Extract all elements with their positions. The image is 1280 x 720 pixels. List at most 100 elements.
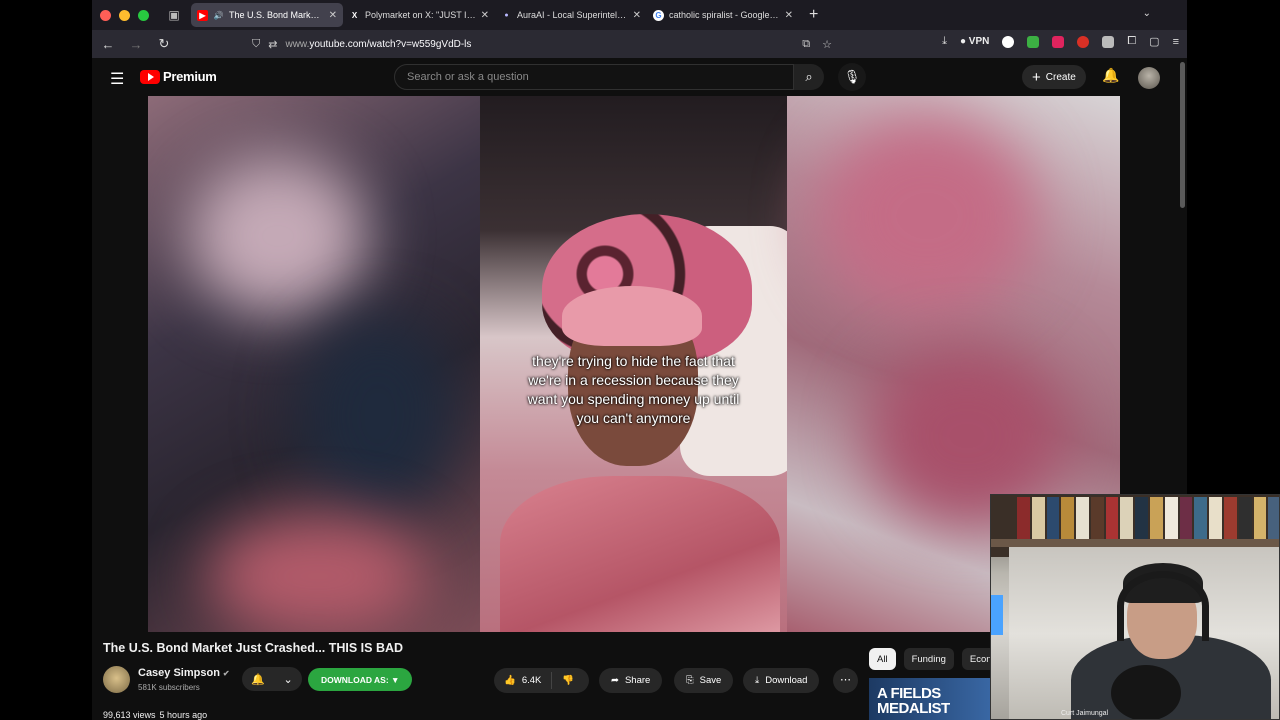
search-input[interactable]: Search or ask a question bbox=[394, 64, 794, 90]
minimize-window-button[interactable] bbox=[119, 9, 130, 21]
google-icon: G bbox=[653, 9, 664, 21]
download-as-button[interactable]: DOWNLOAD AS: ▼ bbox=[308, 668, 413, 691]
books bbox=[1017, 497, 1279, 539]
tab-title: catholic spiralist - Google Search bbox=[669, 10, 780, 20]
tab-google[interactable]: G catholic spiralist - Google Search ✕ bbox=[647, 3, 799, 27]
video-player[interactable]: they're trying to hide the fact that we'… bbox=[148, 96, 1120, 632]
tab-overview-icon[interactable]: ▣ bbox=[163, 7, 185, 23]
like-count: 6.4K bbox=[521, 675, 542, 686]
tab-polymarket[interactable]: X Polymarket on X: "JUST IN: It's ✕ bbox=[343, 3, 495, 27]
verified-icon: ✔ bbox=[222, 669, 230, 678]
shelf-board bbox=[991, 539, 1279, 547]
webcam-overlay: Curt Jaimungal bbox=[990, 494, 1280, 720]
close-tab-icon[interactable]: ✕ bbox=[785, 10, 793, 21]
speaker-icon[interactable]: 🔊 bbox=[213, 10, 224, 21]
save-button[interactable]: ⎘ Save bbox=[674, 668, 734, 693]
toolbar-extensions: ⤓ ● VPN ⧠ ▢ ≡ bbox=[942, 35, 1179, 48]
tab-youtube[interactable]: ▶ 🔊 The U.S. Bond Market Just ✕ bbox=[191, 3, 343, 27]
blur-shape bbox=[817, 116, 1037, 316]
tab-title: AuraAI - Local Superintelligence bbox=[517, 10, 628, 20]
share-button[interactable]: ➦ Share bbox=[599, 668, 663, 693]
save-label: Save bbox=[699, 675, 722, 686]
close-tab-icon[interactable]: ✕ bbox=[329, 10, 337, 21]
maximize-window-button[interactable] bbox=[138, 9, 149, 21]
video-frame: they're trying to hide the fact that we'… bbox=[480, 96, 787, 632]
reload-icon[interactable]: ↻ bbox=[152, 36, 176, 52]
create-label: Create bbox=[1045, 71, 1076, 83]
hamburger-menu-icon[interactable]: ☰ bbox=[110, 69, 124, 89]
user-avatar[interactable] bbox=[1138, 67, 1160, 89]
vpn-button[interactable]: ● VPN bbox=[960, 36, 989, 47]
page-scrollbar[interactable] bbox=[1180, 62, 1185, 208]
address-bar[interactable]: ⛉ ⇄ www. youtube.com/watch?v=w559gVdD-ls … bbox=[252, 33, 832, 55]
subscription-bell-button[interactable]: 🔔 ⌄ bbox=[242, 667, 302, 691]
blur-shape bbox=[188, 156, 368, 316]
bell-icon: 🔔 bbox=[251, 673, 265, 686]
puzzle-icon[interactable]: ⧠ bbox=[1127, 35, 1136, 48]
microphone-shape bbox=[1111, 665, 1181, 719]
close-tab-icon[interactable]: ✕ bbox=[633, 10, 641, 21]
download-button[interactable]: ⤓ Download bbox=[743, 668, 820, 693]
picture-in-picture-icon[interactable]: ⧉ bbox=[802, 38, 810, 51]
search-icon[interactable]: ⌕ bbox=[794, 64, 824, 90]
url-text: youtube.com/watch?v=w559gVdD-ls bbox=[309, 38, 472, 50]
brand-name: Premium bbox=[163, 69, 217, 84]
headphones-icon bbox=[1117, 571, 1209, 641]
recommended-video-thumbnail[interactable]: A FIELDS MEDALIST bbox=[869, 678, 999, 720]
share-icon: ➦ bbox=[611, 675, 619, 686]
youtube-header: ☰ Premium Search or ask a question ⌕ 🎙 +… bbox=[92, 58, 1187, 96]
upload-date: 5 hours ago bbox=[159, 710, 208, 720]
sidebar-icon[interactable]: ▢ bbox=[1149, 35, 1159, 48]
downloads-icon[interactable]: ⤓ bbox=[942, 35, 947, 48]
plus-icon: + bbox=[1032, 68, 1041, 86]
chevron-down-icon[interactable]: ⌄ bbox=[1143, 8, 1151, 19]
tab-title: Polymarket on X: "JUST IN: It's bbox=[365, 10, 476, 20]
thumbnail-text: A FIELDS MEDALIST bbox=[877, 685, 950, 717]
close-tab-icon[interactable]: ✕ bbox=[481, 10, 489, 21]
headband-shape bbox=[562, 286, 702, 346]
channel-avatar[interactable] bbox=[103, 666, 130, 693]
chip-all[interactable]: All bbox=[869, 648, 896, 670]
microphone-icon[interactable]: 🎙 bbox=[838, 63, 866, 91]
channel-name[interactable]: Casey Simpson bbox=[138, 667, 220, 679]
navigation-bar: ← → ↻ ⛉ ⇄ www. youtube.com/watch?v=w559gV… bbox=[92, 30, 1187, 58]
extension-gray-icon[interactable] bbox=[1102, 35, 1115, 48]
tab-auraai[interactable]: ● AuraAI - Local Superintelligence ✕ bbox=[495, 3, 647, 27]
blur-shape bbox=[208, 516, 428, 632]
thumbs-down-icon[interactable]: 👎 bbox=[552, 675, 584, 686]
shirt-shape bbox=[500, 476, 780, 632]
forward-icon[interactable]: → bbox=[124, 37, 148, 52]
x-icon: X bbox=[351, 10, 358, 20]
window-controls bbox=[92, 9, 163, 21]
view-stats[interactable]: 99,613 views 5 hours ago bbox=[103, 710, 207, 720]
chip-funding[interactable]: Funding bbox=[903, 648, 954, 670]
create-button[interactable]: + Create bbox=[1022, 65, 1086, 89]
video-title: The U.S. Bond Market Just Crashed... THI… bbox=[103, 641, 404, 655]
close-window-button[interactable] bbox=[100, 9, 111, 21]
tab-title: The U.S. Bond Market Just bbox=[229, 10, 324, 20]
extension-c-icon[interactable] bbox=[1002, 35, 1015, 48]
like-button[interactable]: 👍 6.4K bbox=[494, 672, 553, 689]
webcam-name-label: Curt Jaimungal bbox=[1061, 710, 1109, 717]
download-label: Download bbox=[765, 675, 808, 686]
extension-red-icon[interactable] bbox=[1052, 35, 1065, 48]
video-caption: they're trying to hide the fact that we'… bbox=[527, 353, 740, 426]
notifications-bell-icon[interactable]: 🔔 bbox=[1102, 67, 1119, 84]
blue-light bbox=[991, 595, 1003, 635]
extension-green-icon[interactable] bbox=[1027, 35, 1040, 48]
youtube-logo[interactable]: Premium bbox=[140, 69, 217, 84]
view-count: 99,613 views bbox=[103, 710, 156, 720]
new-tab-icon[interactable]: + bbox=[809, 6, 818, 24]
bookmark-icon: ⎘ bbox=[686, 675, 694, 686]
channel-name-row[interactable]: Casey Simpson ✔ bbox=[138, 667, 230, 679]
back-icon[interactable]: ← bbox=[96, 37, 120, 52]
shield-icon[interactable]: ⛉ bbox=[252, 38, 260, 51]
bookmark-star-icon[interactable]: ☆ bbox=[822, 38, 832, 51]
site-settings-icon[interactable]: ⇄ bbox=[268, 38, 277, 51]
menu-icon[interactable]: ≡ bbox=[1173, 36, 1179, 48]
more-actions-icon[interactable]: ⋯ bbox=[833, 668, 858, 693]
adblock-icon[interactable] bbox=[1077, 35, 1090, 48]
like-dislike-group: 👍 6.4K 👎 bbox=[494, 668, 589, 693]
thumbs-up-icon: 👍 bbox=[504, 675, 516, 686]
recommendation-chips: All Funding Econ bbox=[869, 648, 1000, 670]
